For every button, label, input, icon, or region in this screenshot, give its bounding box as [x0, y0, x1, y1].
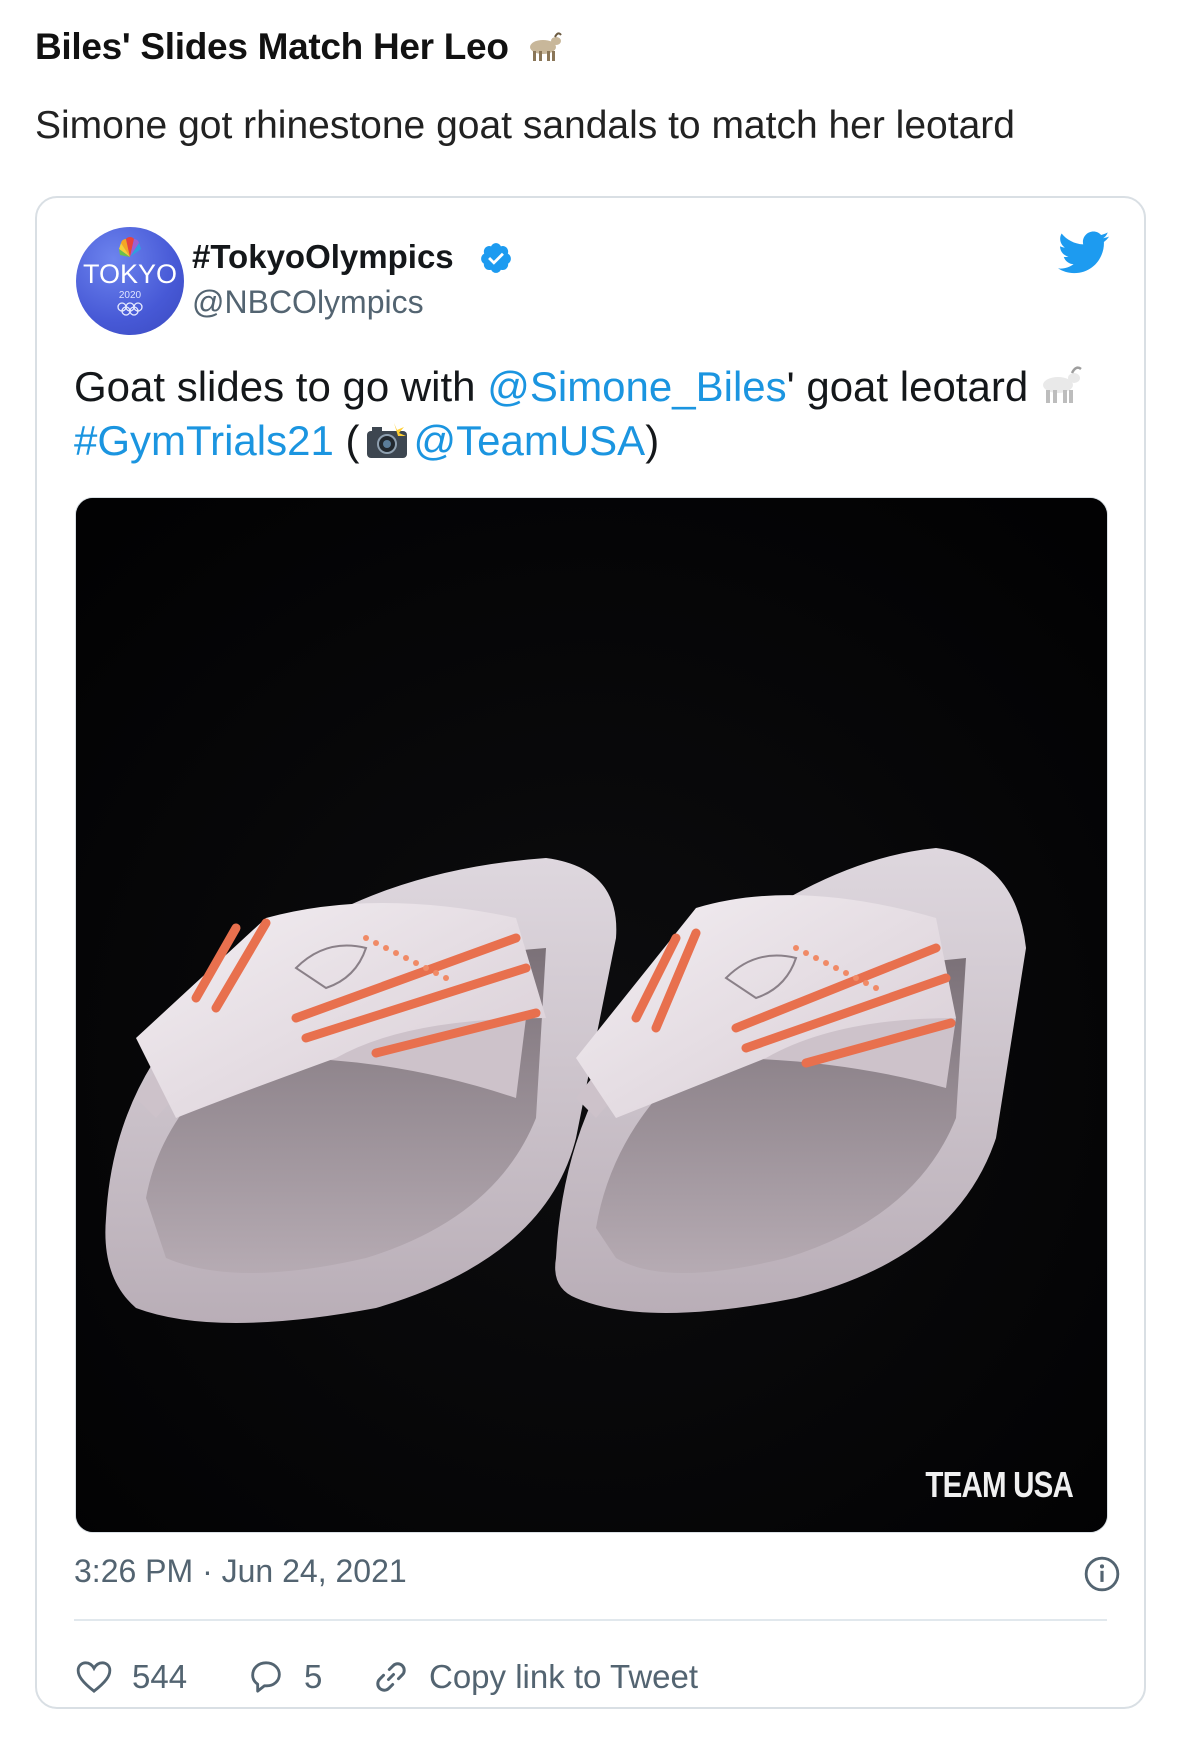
tweet-timestamp[interactable]: 3:26 PM · Jun 24, 2021 — [74, 1553, 407, 1590]
link-icon — [376, 1662, 406, 1692]
like-button[interactable]: 544 — [74, 1653, 187, 1701]
tweet-text-part: ( — [333, 417, 360, 464]
article-subtitle: Simone got rhinestone goat sandals to ma… — [35, 104, 1015, 147]
avatar[interactable]: TOKYO 2020 — [76, 227, 184, 335]
display-name[interactable]: #TokyoOlympics — [192, 238, 454, 276]
copy-link-button[interactable]: Copy link to Tweet — [371, 1653, 698, 1701]
reply-count: 5 — [304, 1658, 323, 1695]
info-icon[interactable] — [1083, 1555, 1121, 1593]
heart-icon — [76, 1661, 112, 1693]
team-usa-watermark: TEAM USA — [925, 1464, 1073, 1505]
like-count: 544 — [132, 1658, 188, 1695]
avatar-text: TOKYO — [83, 259, 177, 289]
embedded-tweet-card[interactable]: TOKYO 2020 #TokyoOlympics @NBCOlympics G… — [35, 196, 1146, 1709]
handle[interactable]: @NBCOlympics — [192, 284, 424, 321]
verified-badge-icon — [481, 243, 511, 273]
tweet-divider — [74, 1619, 1107, 1621]
avatar-year: 2020 — [119, 290, 142, 301]
hashtag-link-gymtrials21[interactable]: #GymTrials21 — [74, 417, 334, 464]
camera-flash-emoji-icon — [366, 423, 407, 458]
tweet-text-part: Goat slides to go with — [74, 363, 488, 410]
article-title: Biles' Slides Match Her Leo — [35, 26, 563, 68]
twitter-bird-icon[interactable] — [1058, 231, 1110, 275]
tweet-text: Goat slides to go with @Simone_Biles' go… — [74, 360, 1094, 468]
goat-slides-photo — [76, 498, 1107, 1532]
tweet-actions: 544 5 Copy link to Tweet — [74, 1653, 1074, 1701]
copy-link-label: Copy link to Tweet — [429, 1658, 699, 1695]
reply-button[interactable]: 5 — [246, 1653, 322, 1701]
article-title-text: Biles' Slides Match Her Leo — [35, 26, 509, 67]
tweet-text-part: ' goat leotard — [786, 363, 1029, 410]
mention-link-simone-biles[interactable]: @Simone_Biles — [487, 363, 786, 410]
mention-link-teamusa[interactable]: @TeamUSA — [414, 417, 646, 464]
tweet-photo[interactable]: TEAM USA — [75, 497, 1108, 1533]
tokyo-2020-logo-icon: TOKYO 2020 — [83, 237, 177, 316]
reply-bubble-icon — [251, 1661, 281, 1693]
goat-emoji-icon — [529, 32, 562, 61]
goat-emoji-icon — [1043, 366, 1082, 403]
tweet-text-part: ) — [645, 417, 660, 464]
